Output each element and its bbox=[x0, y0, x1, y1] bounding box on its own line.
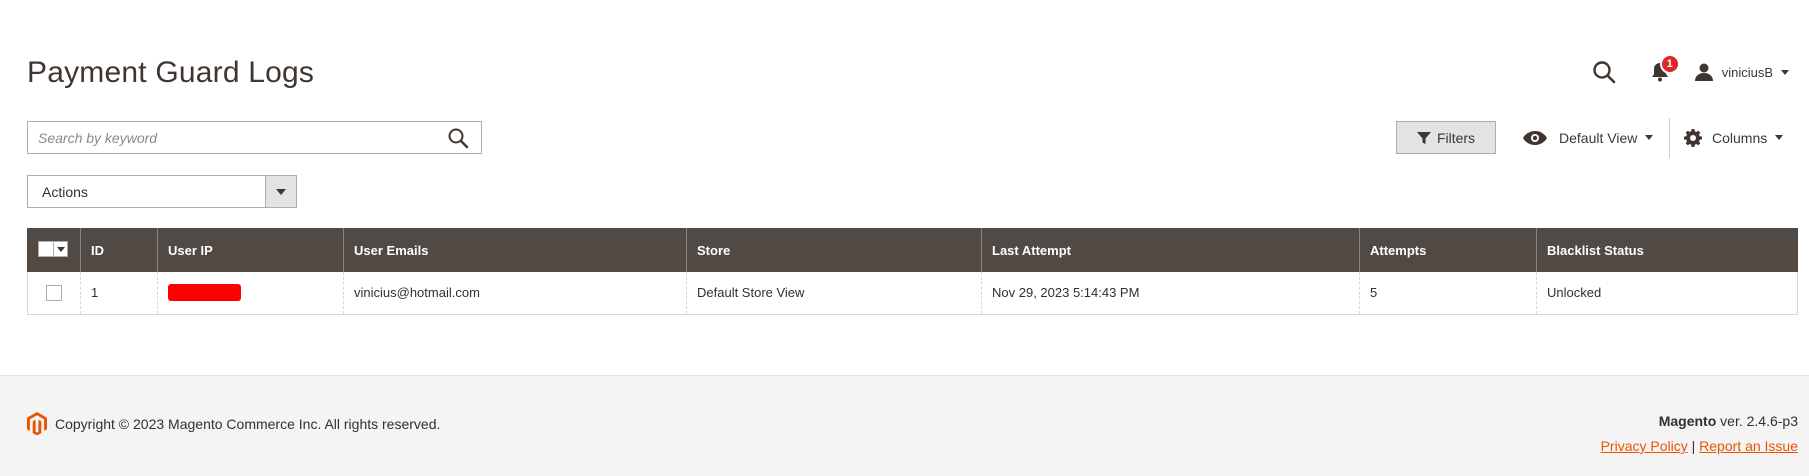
search-input[interactable] bbox=[28, 122, 435, 153]
row-select-cell bbox=[27, 272, 81, 315]
user-menu[interactable]: viniciusB bbox=[1694, 62, 1789, 82]
footer-version: Magento ver. 2.4.6-p3 bbox=[1659, 413, 1798, 429]
username-label: viniciusB bbox=[1721, 64, 1773, 80]
user-icon bbox=[1694, 63, 1713, 81]
brand-name: Magento bbox=[1658, 413, 1717, 429]
actions-dropdown-toggle[interactable] bbox=[265, 176, 296, 207]
copyright-text: Copyright © 2023 Magento Commerce Inc. A… bbox=[55, 415, 441, 432]
search-submit-button[interactable] bbox=[435, 122, 481, 153]
grid-header-row: ID User IP User Emails Store Last Attemp… bbox=[27, 228, 1798, 272]
search-icon[interactable] bbox=[1590, 58, 1618, 86]
column-header-id[interactable]: ID bbox=[80, 228, 158, 272]
eye-icon bbox=[1523, 130, 1547, 145]
chevron-down-icon bbox=[1645, 135, 1654, 140]
chevron-down-icon bbox=[1781, 69, 1789, 75]
cell-id: 1 bbox=[80, 272, 158, 315]
table-row[interactable]: 1 vinicius@hotmail.com Default Store Vie… bbox=[27, 272, 1798, 315]
column-header-last-attempt[interactable]: Last Attempt bbox=[981, 228, 1360, 272]
filters-label: Filters bbox=[1436, 129, 1476, 146]
select-all-checkbox[interactable] bbox=[39, 242, 53, 256]
version-text: ver. 2.4.6-p3 bbox=[1720, 413, 1798, 429]
column-header-store[interactable]: Store bbox=[686, 228, 982, 272]
page-title: Payment Guard Logs bbox=[27, 56, 315, 89]
cell-blacklist-status: Unlocked bbox=[1536, 272, 1798, 315]
notifications-button[interactable]: 1 bbox=[1646, 54, 1680, 86]
view-label: Default View bbox=[1559, 129, 1638, 146]
redacted-ip bbox=[168, 284, 241, 302]
cell-last-attempt: Nov 29, 2023 5:14:43 PM bbox=[981, 272, 1360, 315]
gear-icon bbox=[1684, 128, 1702, 147]
chevron-down-icon bbox=[276, 188, 286, 195]
link-separator: | bbox=[1691, 438, 1696, 454]
chevron-down-icon bbox=[1775, 135, 1784, 140]
mass-select-header bbox=[27, 228, 81, 272]
notification-badge: 1 bbox=[1659, 54, 1680, 74]
toolbar-divider bbox=[1669, 118, 1670, 158]
column-header-blacklist-status[interactable]: Blacklist Status bbox=[1536, 228, 1798, 272]
magento-logo-icon bbox=[27, 412, 47, 435]
row-checkbox[interactable] bbox=[46, 285, 62, 302]
columns-dropdown[interactable]: Columns bbox=[1684, 121, 1784, 154]
column-header-attempts[interactable]: Attempts bbox=[1359, 228, 1537, 272]
page-footer: Copyright © 2023 Magento Commerce Inc. A… bbox=[0, 375, 1809, 476]
keyword-search bbox=[27, 121, 482, 154]
cell-store: Default Store View bbox=[686, 272, 982, 315]
actions-select[interactable]: Actions bbox=[27, 175, 297, 208]
cell-attempts: 5 bbox=[1359, 272, 1537, 315]
logs-grid: ID User IP User Emails Store Last Attemp… bbox=[27, 228, 1798, 315]
footer-copyright: Copyright © 2023 Magento Commerce Inc. A… bbox=[27, 412, 440, 435]
report-issue-link[interactable]: Report an Issue bbox=[1699, 438, 1798, 454]
cell-user-ip bbox=[157, 272, 344, 315]
mass-select-control[interactable] bbox=[38, 241, 68, 257]
column-header-user-ip[interactable]: User IP bbox=[157, 228, 344, 272]
cell-user-email: vinicius@hotmail.com bbox=[343, 272, 687, 315]
default-view-dropdown[interactable]: Default View bbox=[1523, 121, 1654, 154]
chevron-down-icon bbox=[56, 246, 65, 252]
footer-links: Privacy Policy | Report an Issue bbox=[1601, 438, 1798, 454]
header-actions: 1 viniciusB bbox=[1590, 54, 1789, 86]
mass-select-dropdown[interactable] bbox=[53, 242, 67, 256]
columns-label: Columns bbox=[1712, 129, 1768, 146]
privacy-policy-link[interactable]: Privacy Policy bbox=[1601, 438, 1688, 454]
filters-button[interactable]: Filters bbox=[1396, 121, 1496, 154]
search-icon bbox=[448, 128, 469, 148]
actions-label: Actions bbox=[42, 183, 88, 200]
column-header-user-emails[interactable]: User Emails bbox=[343, 228, 687, 272]
filter-icon bbox=[1416, 131, 1431, 144]
